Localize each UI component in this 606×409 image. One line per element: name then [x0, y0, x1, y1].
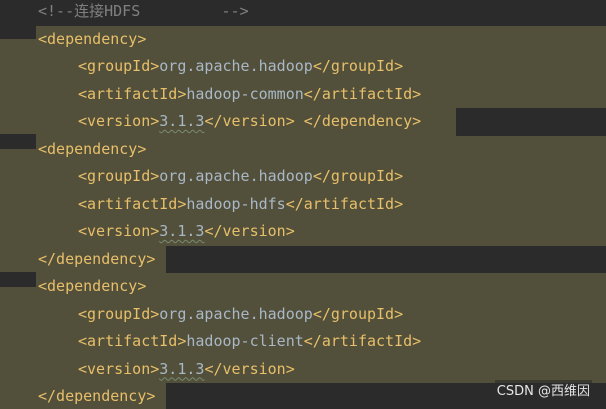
code-line: <artifactId>hadoop-client</artifactId>: [78, 328, 421, 356]
code-line: <groupId>org.apache.hadoop</groupId>: [78, 163, 403, 191]
xml-text: hadoop-common: [186, 84, 304, 103]
xml-tag: <groupId>: [78, 304, 160, 323]
gutter-highlight: [0, 273, 36, 383]
xml-tag: <version>: [78, 112, 160, 130]
gutter-marker: [0, 134, 36, 150]
xml-text: 3.1.3: [159, 222, 205, 240]
xml-tag: </dependency>: [303, 112, 422, 130]
xml-tag: </artifactId>: [303, 84, 422, 103]
code-line: <groupId>org.apache.hadoop</groupId>: [78, 301, 403, 329]
code-line: <dependency>: [38, 136, 146, 164]
xml-tag: <dependency>: [38, 139, 147, 158]
code-line: <!--连接HDFS -->: [38, 0, 249, 26]
code-line: <artifactId>hadoop-common</artifactId>: [78, 81, 421, 109]
code-line: <version>3.1.3</version> </dependency>: [78, 108, 421, 136]
code-line: <groupId>org.apache.hadoop</groupId>: [78, 53, 403, 81]
xml-text: org.apache.hadoop: [159, 304, 313, 323]
code-line: <artifactId>hadoop-hdfs</artifactId>: [78, 191, 403, 219]
xml-tag: <groupId>: [78, 167, 160, 185]
xml-text: org.apache.hadoop: [159, 167, 313, 185]
xml-tag: <dependency>: [38, 29, 147, 48]
xml-tag: <version>: [78, 222, 160, 240]
xml-tag: </groupId>: [312, 57, 404, 75]
xml-text: 3.1.3: [159, 112, 205, 130]
watermark: CSDN @西维因: [494, 380, 592, 399]
xml-text: hadoop-hdfs: [186, 194, 286, 213]
xml-tag: <artifactId>: [78, 84, 187, 103]
xml-tag: <groupId>: [78, 57, 160, 75]
code-line: <dependency>: [38, 273, 146, 301]
xml-tag: </artifactId>: [285, 194, 404, 213]
xml-tag: </dependency>: [38, 249, 156, 268]
xml-text: [295, 112, 304, 130]
code-line: </dependency>: [38, 383, 155, 409]
xml-tag: </version>: [204, 359, 295, 378]
code-line: <version>3.1.3</version>: [78, 356, 295, 384]
code-line: <version>3.1.3</version>: [78, 218, 295, 246]
xml-tag: </version>: [204, 112, 295, 130]
xml-tag: </groupId>: [312, 167, 404, 185]
xml-tag: </groupId>: [312, 304, 404, 323]
xml-tag: </dependency>: [38, 387, 156, 405]
gutter-marker: [0, 24, 36, 40]
xml-tag: <dependency>: [38, 277, 147, 295]
xml-tag: </version>: [204, 222, 295, 240]
xml-text: org.apache.hadoop: [159, 57, 313, 75]
code-line: </dependency>: [38, 246, 155, 274]
xml-tag: <version>: [78, 359, 160, 378]
xml-comment: <!--连接HDFS -->: [38, 2, 249, 20]
xml-tag: </artifactId>: [303, 332, 422, 350]
xml-text: hadoop-client: [186, 332, 304, 350]
xml-tag: <artifactId>: [78, 194, 187, 213]
gutter-highlight: [0, 135, 36, 246]
code-line: <dependency>: [38, 26, 146, 54]
gutter-marker: [0, 271, 36, 287]
xml-text: 3.1.3: [159, 359, 205, 378]
code-editor[interactable]: <!--连接HDFS --> <dependency> <groupId>org.a…: [0, 0, 606, 409]
xml-tag: <artifactId>: [78, 332, 187, 350]
